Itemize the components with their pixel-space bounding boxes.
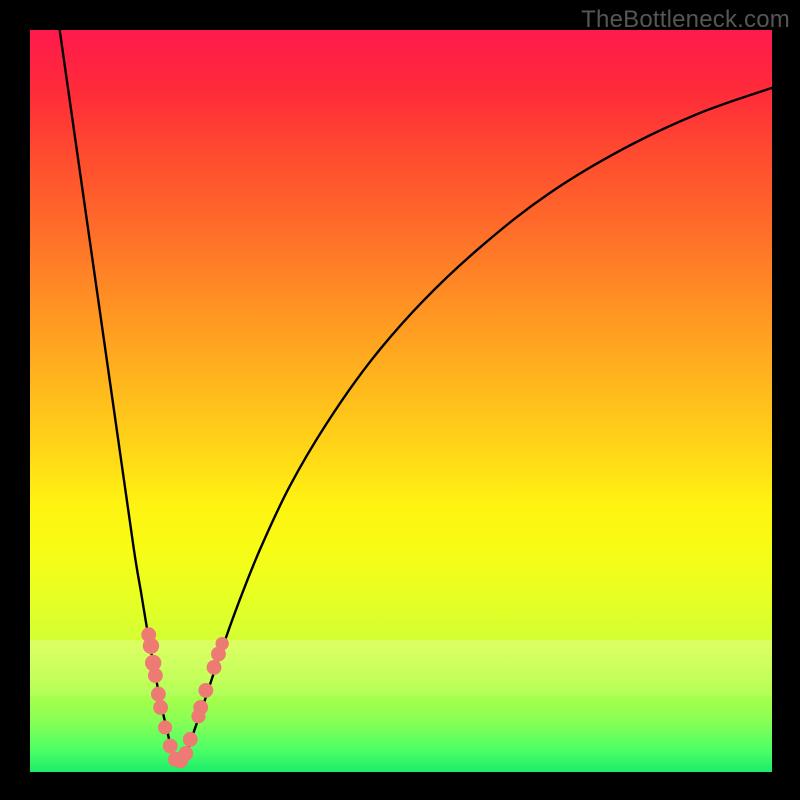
marker-group — [141, 627, 229, 768]
curve-right — [180, 88, 772, 767]
chart-svg — [30, 30, 772, 772]
data-marker — [151, 687, 166, 702]
data-marker — [163, 739, 178, 754]
data-marker — [183, 732, 198, 747]
curve-left — [60, 30, 180, 767]
data-marker — [143, 638, 159, 654]
data-marker — [216, 637, 229, 650]
data-marker — [153, 700, 168, 715]
data-marker — [193, 700, 208, 715]
data-marker — [178, 746, 193, 761]
plot-area — [30, 30, 772, 772]
data-marker — [158, 720, 172, 734]
data-marker — [198, 683, 213, 698]
chart-frame: TheBottleneck.com — [0, 0, 800, 800]
data-marker — [148, 668, 163, 683]
data-marker — [207, 660, 222, 675]
